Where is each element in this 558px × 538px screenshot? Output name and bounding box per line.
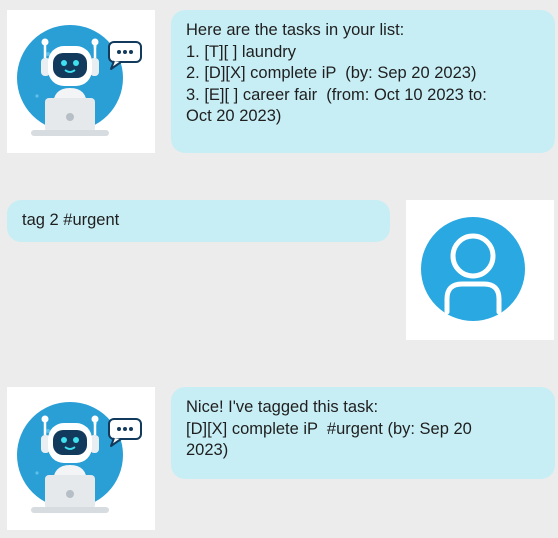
message-line: [D][X] complete iP #urgent (by: Sep 20 [186,419,472,438]
bot-message-bubble: Nice! I've tagged this task: [D][X] comp… [171,387,555,479]
bot-avatar [7,10,155,153]
message-line: 2. [D][X] complete iP (by: Sep 20 2023) [186,64,477,82]
user-avatar [406,200,554,340]
robot-icon [7,10,155,153]
message-line: Nice! I've tagged this task: [186,398,379,416]
chat-window: Here are the tasks in your list: 1. [T][… [0,0,558,538]
bot-avatar [7,387,155,530]
user-icon [406,200,554,340]
bot-message-bubble: Here are the tasks in your list: 1. [T][… [171,10,555,153]
message-line: Oct 20 2023) [186,107,282,125]
message-line: 1. [T][ ] laundry [186,42,297,61]
robot-icon [7,387,155,530]
message-line: tag 2 #urgent [22,211,120,229]
message-line: Here are the tasks in your list: [186,21,405,39]
message-line: 2023) [186,441,229,459]
user-message-bubble: tag 2 #urgent [7,200,390,242]
message-line: 3. [E][ ] career fair (from: Oct 10 2023… [186,85,487,104]
